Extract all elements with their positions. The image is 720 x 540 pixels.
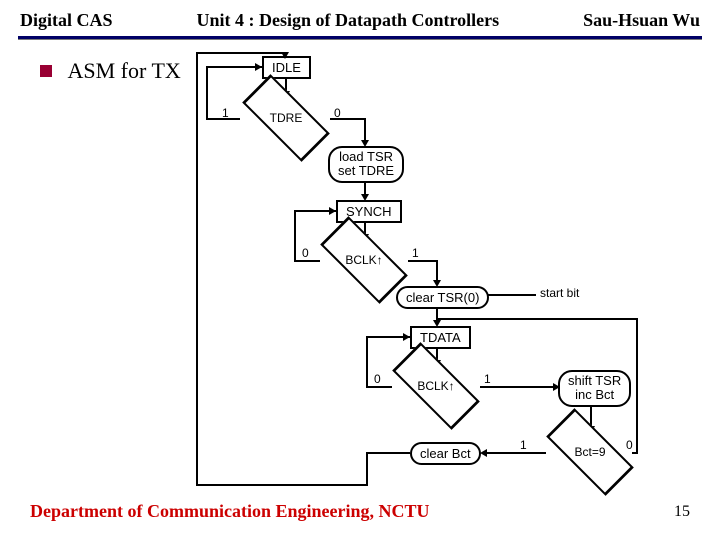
bullet-marker xyxy=(40,65,52,77)
dec-tdre: TDRE xyxy=(256,98,316,138)
annot-start-bit: start bit xyxy=(540,286,579,300)
act-clear-bct: clear Bct xyxy=(410,442,481,465)
page-number: 15 xyxy=(674,503,690,521)
act-load-tsr: load TSRset TDRE xyxy=(328,146,404,183)
dec-bct9: Bct=9 xyxy=(560,432,620,472)
asm-diagram: IDLE TDRE 1 0 load TSRset TDRE SYNCH BCL… xyxy=(200,50,640,500)
bullet-text: ASM for TX xyxy=(68,58,181,83)
dec-bclk1: BCLK↑ xyxy=(334,240,394,280)
author-name: Sau-Hsuan Wu xyxy=(583,10,700,31)
bullet-item: ASM for TX xyxy=(40,56,181,84)
unit-title: Unit 4 : Design of Datapath Controllers xyxy=(113,10,584,31)
dec-bclk2: BCLK↑ xyxy=(406,366,466,406)
course-code: Digital CAS xyxy=(20,10,113,31)
department-footer: Department of Communication Engineering,… xyxy=(30,501,429,522)
act-clear-tsr0: clear TSR(0) xyxy=(396,286,489,309)
header-rule xyxy=(18,36,702,40)
act-shift-tsr: shift TSRinc Bct xyxy=(558,370,631,407)
